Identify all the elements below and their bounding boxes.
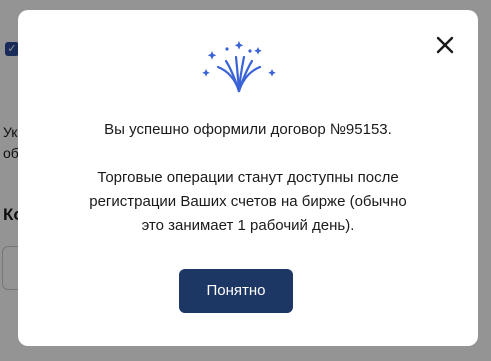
info-message-line: регистрации Ваших счетов на бирже (обычн…	[89, 193, 407, 210]
info-message-line: это занимает 1 рабочий день).	[141, 217, 355, 234]
info-message-line: Торговые операции станут доступны после	[97, 169, 399, 186]
ok-button[interactable]: Понятно	[179, 269, 293, 313]
info-message: Торговые операции станут доступны после …	[18, 166, 478, 238]
fireworks-icon	[198, 41, 280, 95]
close-button[interactable]	[434, 34, 456, 56]
success-message: Вы успешно оформили договор №95153.	[104, 121, 392, 138]
success-dialog: Вы успешно оформили договор №95153. Торг…	[18, 10, 478, 346]
close-icon	[434, 34, 456, 56]
